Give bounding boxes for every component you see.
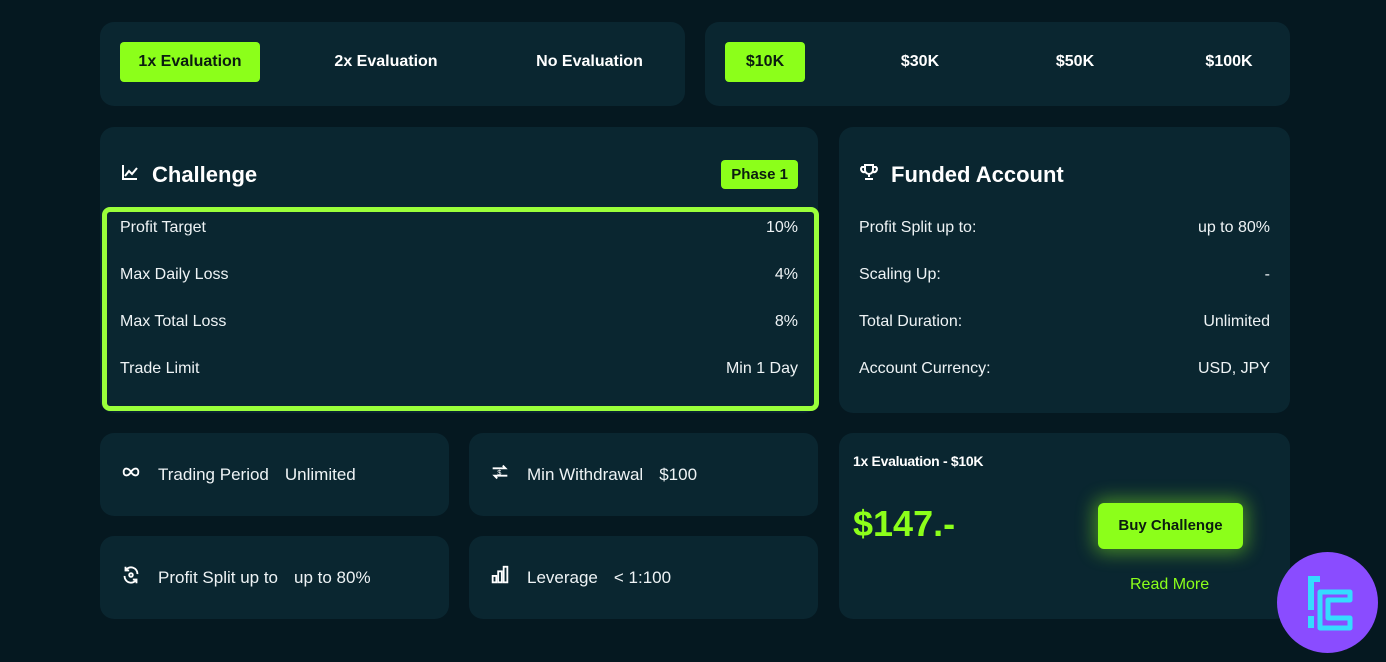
brand-logo [1277, 552, 1378, 653]
row-label: Profit Target [120, 219, 206, 236]
tab-no-evaluation[interactable]: No Evaluation [517, 42, 662, 82]
row-label: Profit Split up to: [859, 219, 977, 236]
row-value: 10% [765, 219, 798, 236]
challenge-row: Profit Target 10% [120, 216, 798, 240]
row-value: up to 80% [1197, 219, 1270, 236]
row-value: 4% [774, 266, 798, 283]
phase-badge: Phase 1 [721, 160, 798, 189]
funded-title: Funded Account [859, 162, 1064, 188]
row-value: Min 1 Day [725, 360, 798, 377]
challenge-row: Max Total Loss 8% [120, 310, 798, 334]
infinity-icon [120, 461, 142, 488]
tab-size-10k[interactable]: $10K [725, 42, 805, 82]
stat-value: up to 80% [294, 567, 371, 587]
row-label: Account Currency: [859, 360, 991, 377]
trading-period-card: Trading Period Unlimited [100, 433, 449, 516]
split-icon [120, 564, 142, 591]
buy-challenge-button[interactable]: Buy Challenge [1098, 503, 1243, 549]
row-value: USD, JPY [1197, 360, 1270, 377]
stat-value: $100 [659, 464, 698, 484]
stat-label: Profit Split up to [158, 567, 279, 587]
row-value: Unlimited [1203, 313, 1270, 330]
min-withdrawal-card: $ Min Withdrawal $100 [469, 433, 818, 516]
logo-mark-icon [1307, 575, 1352, 630]
challenge-card: Challenge Phase 1 Profit Target 10% Max … [100, 127, 819, 413]
trophy-icon [859, 162, 879, 188]
tab-2x-evaluation[interactable]: 2x Evaluation [316, 42, 456, 82]
funded-row: Scaling Up: - [859, 263, 1270, 287]
read-more-link[interactable]: Read More [1130, 576, 1209, 594]
tab-1x-evaluation[interactable]: 1x Evaluation [120, 42, 260, 82]
bar-chart-icon [489, 564, 511, 591]
purchase-card: 1x Evaluation - $10K $147.- Buy Challeng… [839, 433, 1290, 619]
price: $147.- [853, 503, 956, 544]
row-label: Max Daily Loss [120, 266, 229, 283]
tab-size-30k[interactable]: $30K [880, 42, 960, 82]
stat-value: Unlimited [284, 464, 356, 484]
funded-row: Account Currency: USD, JPY [859, 357, 1270, 381]
challenge-title: Challenge [120, 162, 257, 188]
row-label: Trade Limit [120, 360, 200, 377]
funded-row: Profit Split up to: up to 80% [859, 216, 1270, 240]
stat-label: Min Withdrawal [527, 464, 644, 484]
leverage-card: Leverage < 1:100 [469, 536, 818, 619]
line-chart-icon [120, 162, 140, 188]
account-size-card: $10K $30K $50K $100K [705, 22, 1290, 106]
row-label: Scaling Up: [859, 266, 941, 283]
funded-title-text: Funded Account [891, 162, 1064, 187]
challenge-row: Max Daily Loss 4% [120, 263, 798, 287]
stat-value: < 1:100 [613, 567, 672, 587]
funded-row: Total Duration: Unlimited [859, 310, 1270, 334]
row-value: 8% [774, 313, 798, 330]
row-label: Max Total Loss [120, 313, 227, 330]
funded-account-card: Funded Account Profit Split up to: up to… [839, 127, 1290, 413]
tab-size-50k[interactable]: $50K [1035, 42, 1115, 82]
challenge-row: Trade Limit Min 1 Day [120, 357, 798, 381]
profit-split-card: Profit Split up to up to 80% [100, 536, 449, 619]
stat-label: Leverage [527, 567, 598, 587]
svg-text:$: $ [497, 468, 501, 477]
tab-size-100k[interactable]: $100K [1189, 42, 1269, 82]
withdrawal-icon: $ [489, 461, 511, 488]
challenge-title-text: Challenge [152, 162, 258, 187]
purchase-heading: 1x Evaluation - $10K [853, 453, 984, 469]
row-label: Total Duration: [859, 313, 963, 330]
row-value: - [1264, 266, 1270, 283]
evaluation-type-card: 1x Evaluation 2x Evaluation No Evaluatio… [100, 22, 685, 106]
stat-label: Trading Period [158, 464, 269, 484]
